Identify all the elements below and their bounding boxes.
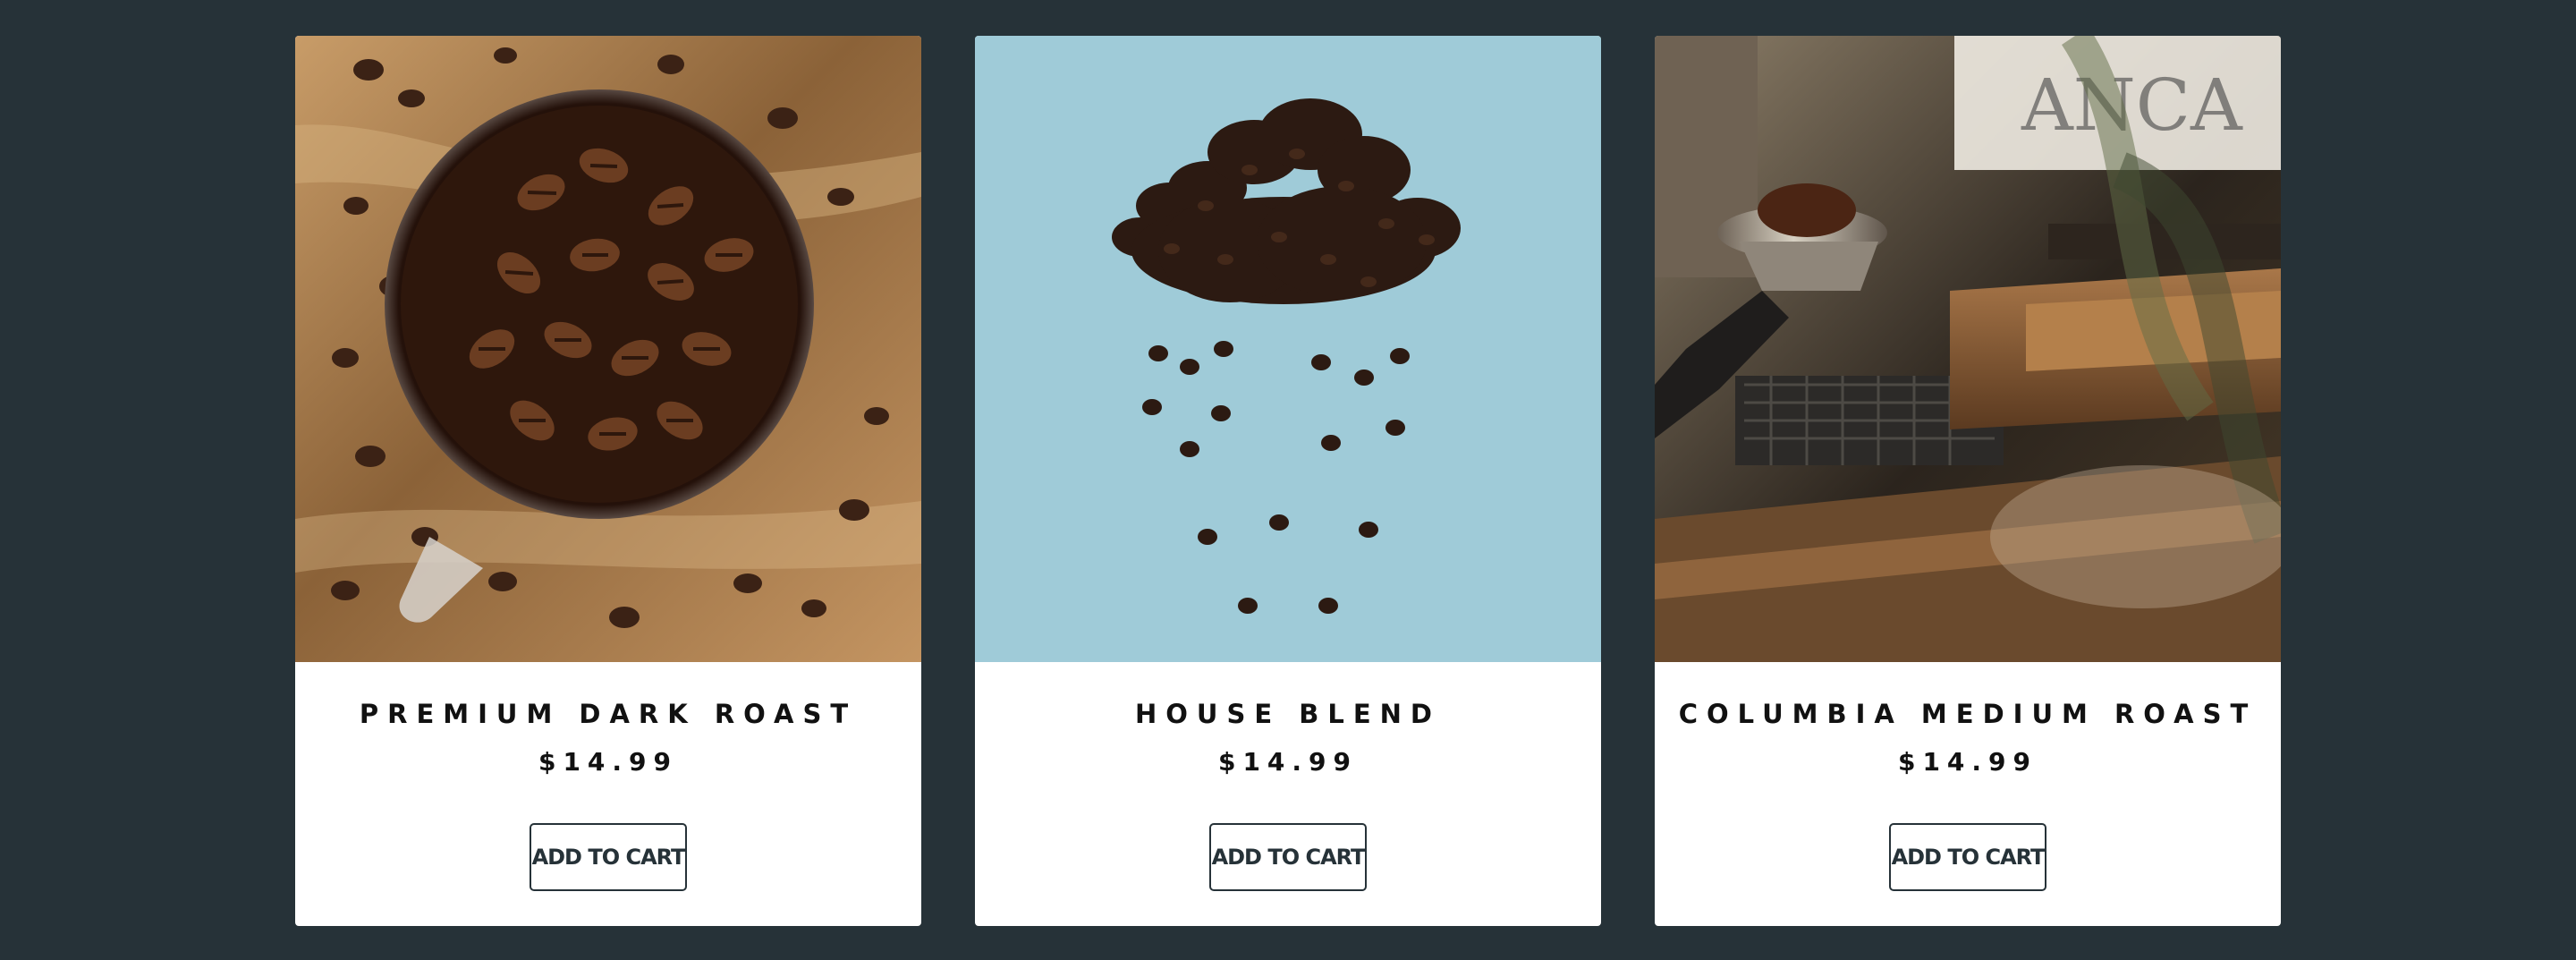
add-to-cart-button[interactable]: ADD TO CART [1889, 823, 2046, 891]
product-price: $14.99 [538, 747, 679, 777]
product-name: PREMIUM DARK ROAST [359, 699, 858, 729]
product-image [975, 36, 1601, 662]
coffee-beans-cup-image [295, 36, 921, 662]
product-grid: PREMIUM DARK ROAST $14.99 ADD TO CART HO… [295, 36, 2281, 926]
product-card-body: PREMIUM DARK ROAST $14.99 ADD TO CART [295, 662, 921, 926]
product-card: HOUSE BLEND $14.99 ADD TO CART [975, 36, 1601, 926]
add-to-cart-button[interactable]: ADD TO CART [1209, 823, 1367, 891]
product-card-body: COLUMBIA MEDIUM ROAST $14.99 ADD TO CART [1655, 662, 2281, 926]
product-price: $14.99 [1897, 747, 2038, 777]
espresso-machine-image: ANCA [1655, 36, 2281, 662]
add-to-cart-button[interactable]: ADD TO CART [530, 823, 687, 891]
product-image: ANCA [1655, 36, 2281, 662]
product-card: ANCA COLUMBIA MEDIUM ROAST $14.99 ADD TO… [1655, 36, 2281, 926]
product-image [295, 36, 921, 662]
product-name: COLUMBIA MEDIUM ROAST [1678, 699, 2258, 729]
product-card: PREMIUM DARK ROAST $14.99 ADD TO CART [295, 36, 921, 926]
coffee-bean-cloud-image [975, 36, 1601, 662]
product-name: HOUSE BLEND [1135, 699, 1441, 729]
product-card-body: HOUSE BLEND $14.99 ADD TO CART [975, 662, 1601, 926]
svg-text:ANCA: ANCA [2021, 64, 2243, 147]
product-price: $14.99 [1217, 747, 1359, 777]
